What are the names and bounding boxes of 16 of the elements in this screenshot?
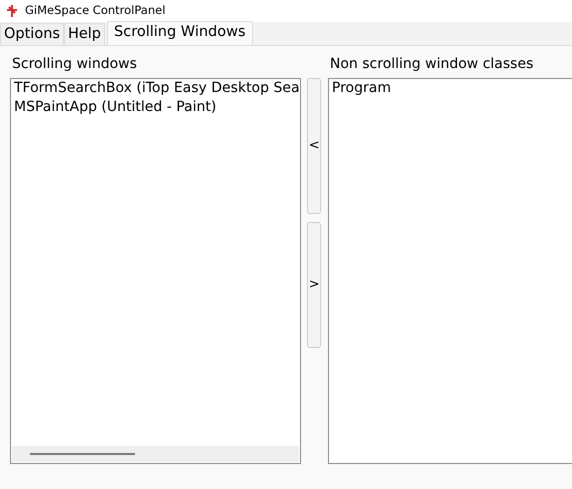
list-item[interactable]: MSPaintApp (Untitled - Paint): [11, 98, 300, 117]
move-button[interactable]: >: [307, 222, 322, 348]
list-item[interactable]: Program: [328, 79, 572, 98]
app-icon: [6, 4, 19, 18]
move-button[interactable]: <: [307, 78, 322, 214]
horizontal-scrollbar[interactable]: [12, 446, 299, 462]
tab[interactable]: Scrolling Windows: [107, 21, 253, 45]
list-label: Non scrolling window classes: [330, 55, 534, 74]
window-title: GiMeSpace ControlPanel: [25, 2, 166, 20]
tab[interactable]: Help: [64, 23, 106, 45]
scrolling-windows-list[interactable]: TFormSearchBox (iTop Easy Desktop Sea MSPaintApp (Untitled - Paint): [10, 78, 301, 464]
list-label: Scrolling windows: [12, 55, 138, 74]
list-item[interactable]: TFormSearchBox (iTop Easy Desktop Sea: [11, 79, 300, 98]
non-scrolling-classes-list[interactable]: Program: [328, 78, 572, 464]
tab[interactable]: Options: [0, 23, 64, 45]
scrollbar-thumb[interactable]: [30, 453, 135, 455]
